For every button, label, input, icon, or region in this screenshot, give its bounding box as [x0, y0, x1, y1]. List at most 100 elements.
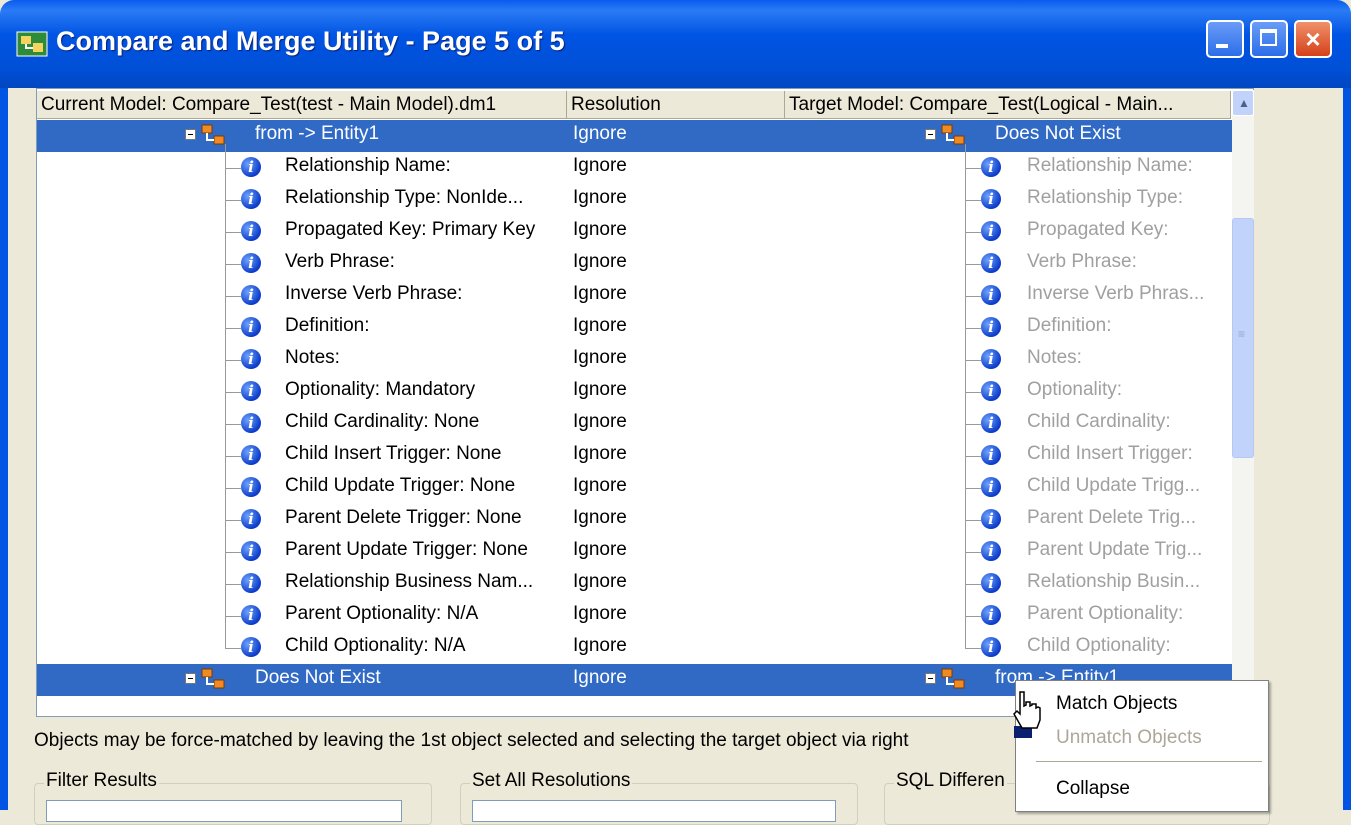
resolution-value[interactable]: Ignore [573, 315, 627, 337]
menu-item-match-objects[interactable]: Match Objects [1056, 693, 1177, 715]
target-property: Parent Delete Trig... [1027, 507, 1196, 528]
property-row[interactable]: i Parent Delete Trigger: None i Parent Dele… [37, 504, 1233, 536]
title-bar[interactable]: Compare and Merge Utility - Page 5 of 5 … [0, 0, 1351, 88]
relationship-row[interactable]: from -> Entity1 Does Not Exist Ignore [37, 120, 1233, 152]
info-icon: i [241, 349, 261, 369]
target-property: Relationship Name: [1027, 155, 1193, 176]
close-button[interactable]: × [1294, 20, 1332, 58]
set-all-resolutions-combo[interactable] [472, 800, 836, 822]
property-row[interactable]: i Relationship Business Nam... i Relationsh… [37, 568, 1233, 600]
menu-item-collapse[interactable]: Collapse [1056, 778, 1130, 800]
force-match-hint: Objects may be force-matched by leaving … [34, 730, 909, 751]
resolution-value[interactable]: Ignore [573, 507, 627, 529]
info-icon: i [241, 317, 261, 337]
tree-connector [965, 264, 981, 265]
resolution-value[interactable]: Ignore [573, 667, 627, 689]
current-property: Relationship Name: [285, 155, 451, 176]
resolution-value[interactable]: Ignore [573, 635, 627, 657]
info-icon: i [241, 509, 261, 529]
tree-connector [965, 584, 981, 585]
tree-connector [225, 584, 241, 585]
tree-connector [225, 424, 241, 425]
vertical-scrollbar[interactable]: ▲ ≡ [1232, 90, 1254, 713]
current-property: Relationship Type: NonIde... [285, 187, 524, 208]
target-property: Child Optionality: [1027, 635, 1171, 656]
maximize-button[interactable] [1250, 20, 1288, 58]
filter-results-combo[interactable] [46, 800, 402, 822]
tree-connector [965, 648, 981, 649]
property-row[interactable]: i Parent Optionality: N/A i Parent Optional… [37, 600, 1233, 632]
current-property: Relationship Business Nam... [285, 571, 534, 592]
tree-connector [225, 328, 241, 329]
resolution-value[interactable]: Ignore [573, 219, 627, 241]
collapse-toggle-icon[interactable] [185, 129, 196, 140]
target-property: Notes: [1027, 347, 1082, 368]
property-row[interactable]: i Parent Update Trigger: None i Parent Upda… [37, 536, 1233, 568]
resolution-value[interactable]: Ignore [573, 443, 627, 465]
resolution-value[interactable]: Ignore [573, 475, 627, 497]
info-icon: i [981, 189, 1001, 209]
tree-connector [965, 424, 981, 425]
property-row[interactable]: i Notes: i Notes: Ignore [37, 344, 1233, 376]
property-row[interactable]: i Inverse Verb Phrase: i Inverse Verb Phras… [37, 280, 1233, 312]
property-row[interactable]: i Verb Phrase: i Verb Phrase: Ignore [37, 248, 1233, 280]
property-row[interactable]: i Child Update Trigger: None i Child Update… [37, 472, 1233, 504]
scroll-thumb[interactable]: ≡ [1232, 218, 1254, 458]
scroll-up-button[interactable]: ▲ [1232, 90, 1254, 116]
tree-connector [965, 232, 981, 233]
tree-connector [225, 456, 241, 457]
info-icon: i [241, 605, 261, 625]
minimize-button[interactable] [1206, 20, 1244, 58]
tree-connector [965, 296, 981, 297]
property-row[interactable]: i Relationship Name: i Relationship Name: Ig… [37, 152, 1233, 184]
tree-connector [225, 168, 241, 169]
resolution-value[interactable]: Ignore [573, 379, 627, 401]
menu-separator [1036, 761, 1262, 762]
hand-cursor-icon [1013, 691, 1041, 729]
property-row[interactable]: i Relationship Type: NonIde... i Relationsh… [37, 184, 1233, 216]
collapse-toggle-icon[interactable] [925, 673, 936, 684]
tree-connector [225, 232, 241, 233]
column-header-target-model[interactable]: Target Model: Compare_Test(Logical - Mai… [785, 91, 1231, 119]
current-property: Child Update Trigger: None [285, 475, 516, 496]
collapse-toggle-icon[interactable] [925, 129, 936, 140]
property-row[interactable]: i Child Cardinality: None i Child Cardinali… [37, 408, 1233, 440]
property-row[interactable]: i Definition: i Definition: Ignore [37, 312, 1233, 344]
info-icon: i [981, 317, 1001, 337]
info-icon: i [981, 605, 1001, 625]
target-property: Child Insert Trigger: [1027, 443, 1193, 464]
resolution-value[interactable]: Ignore [573, 123, 627, 145]
tree-connector [225, 520, 241, 521]
resolution-value[interactable]: Ignore [573, 283, 627, 305]
resolution-value[interactable]: Ignore [573, 539, 627, 561]
resolution-value[interactable]: Ignore [573, 603, 627, 625]
target-property: Propagated Key: [1027, 219, 1169, 240]
column-header-resolution[interactable]: Resolution [567, 91, 785, 119]
chevron-up-icon: ▲ [1238, 96, 1250, 110]
resolution-value[interactable]: Ignore [573, 187, 627, 209]
info-icon: i [981, 445, 1001, 465]
resolution-value[interactable]: Ignore [573, 155, 627, 177]
target-property: Optionality: [1027, 379, 1123, 400]
info-icon: i [981, 381, 1001, 401]
collapse-toggle-icon[interactable] [185, 673, 196, 684]
info-icon: i [241, 637, 261, 657]
resolution-value[interactable]: Ignore [573, 411, 627, 433]
property-row[interactable]: i Optionality: Mandatory i Optionality: Igno… [37, 376, 1233, 408]
info-icon: i [981, 349, 1001, 369]
column-header-current-model[interactable]: Current Model: Compare_Test(test - Main … [37, 91, 567, 119]
resolution-value[interactable]: Ignore [573, 251, 627, 273]
compare-tree-list[interactable]: Current Model: Compare_Test(test - Main … [36, 88, 1254, 717]
property-row[interactable]: i Child Insert Trigger: None i Child Insert… [37, 440, 1233, 472]
tree-connector [225, 264, 241, 265]
resolution-value[interactable]: Ignore [573, 347, 627, 369]
filter-results-label: Filter Results [44, 770, 159, 792]
sql-differences-label: SQL Differen [894, 770, 1007, 792]
property-row[interactable]: i Child Optionality: N/A i Child Optionalit… [37, 632, 1233, 664]
property-row[interactable]: i Propagated Key: Primary Key i Propagated … [37, 216, 1233, 248]
info-icon: i [241, 253, 261, 273]
info-icon: i [981, 637, 1001, 657]
tree-connector [965, 456, 981, 457]
tree-connector [965, 168, 981, 169]
resolution-value[interactable]: Ignore [573, 571, 627, 593]
